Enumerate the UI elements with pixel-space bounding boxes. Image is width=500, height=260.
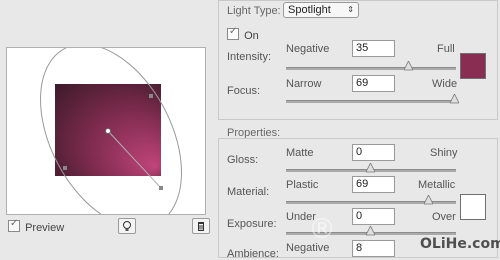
intensity-slider-track[interactable] [286, 67, 456, 70]
delete-light-button[interactable] [192, 218, 210, 234]
light-type-dropdown[interactable]: Spotlight ⇕ [283, 2, 359, 18]
light-color-swatch[interactable] [460, 53, 486, 79]
preview-scene [40, 48, 182, 214]
focus-field[interactable]: 69 [352, 75, 395, 92]
exposure-slider-thumb[interactable] [366, 226, 375, 236]
focus-min-label: Narrow [286, 78, 322, 90]
light-type-value: Spotlight [288, 4, 331, 16]
exposure-label: Exposure: [227, 218, 277, 230]
material-field[interactable]: 69 [352, 176, 395, 193]
focus-max-label: Wide [432, 78, 458, 90]
light-center-handle[interactable] [105, 128, 111, 134]
intensity-label: Intensity: [227, 51, 272, 63]
watermark-site: OLiHe.com [420, 236, 500, 252]
light-on-row[interactable]: ✓ On [227, 26, 259, 43]
preview-checkbox-row[interactable]: ✓ Preview [8, 218, 65, 235]
preview-label: Preview [25, 222, 65, 234]
material-max-label: Metallic [418, 179, 456, 191]
ambience-field[interactable]: 8 [352, 240, 395, 257]
light-on-checkbox[interactable]: ✓ [227, 26, 239, 40]
new-light-button[interactable] [118, 218, 136, 234]
ellipse-handle-top[interactable] [149, 94, 153, 98]
trash-icon [198, 222, 204, 231]
direction-handle[interactable] [159, 186, 163, 190]
light-on-label: On [244, 30, 259, 42]
material-min-label: Plastic [286, 179, 319, 191]
ambient-color-swatch[interactable] [460, 194, 486, 220]
focus-slider-thumb[interactable] [450, 94, 459, 104]
intensity-field[interactable]: 35 [352, 40, 395, 57]
gloss-min-label: Matte [286, 147, 314, 159]
ellipse-handle-bottom[interactable] [63, 166, 67, 170]
focus-slider-track[interactable] [286, 100, 456, 103]
exposure-field[interactable]: 0 [352, 208, 395, 225]
light-type-label: Light Type: [227, 5, 281, 17]
lightbulb-icon [123, 221, 131, 231]
ambience-label: Ambience: [227, 248, 279, 260]
intensity-min-label: Negative [286, 43, 330, 55]
preview-checkbox[interactable]: ✓ [8, 218, 20, 232]
gloss-label: Gloss: [227, 154, 259, 166]
dropdown-arrows-icon: ⇕ [347, 5, 354, 14]
preview-canvas[interactable] [6, 47, 206, 215]
focus-label: Focus: [227, 85, 261, 97]
intensity-slider-thumb[interactable] [404, 61, 413, 71]
material-label: Material: [227, 186, 270, 198]
gloss-slider-thumb[interactable] [366, 163, 375, 173]
intensity-max-label: Full [437, 43, 455, 55]
watermark-logo: ® [308, 212, 336, 245]
exposure-max-label: Over [432, 211, 456, 223]
gloss-field[interactable]: 0 [352, 144, 395, 161]
gloss-max-label: Shiny [430, 147, 458, 159]
material-slider-thumb[interactable] [424, 195, 433, 205]
